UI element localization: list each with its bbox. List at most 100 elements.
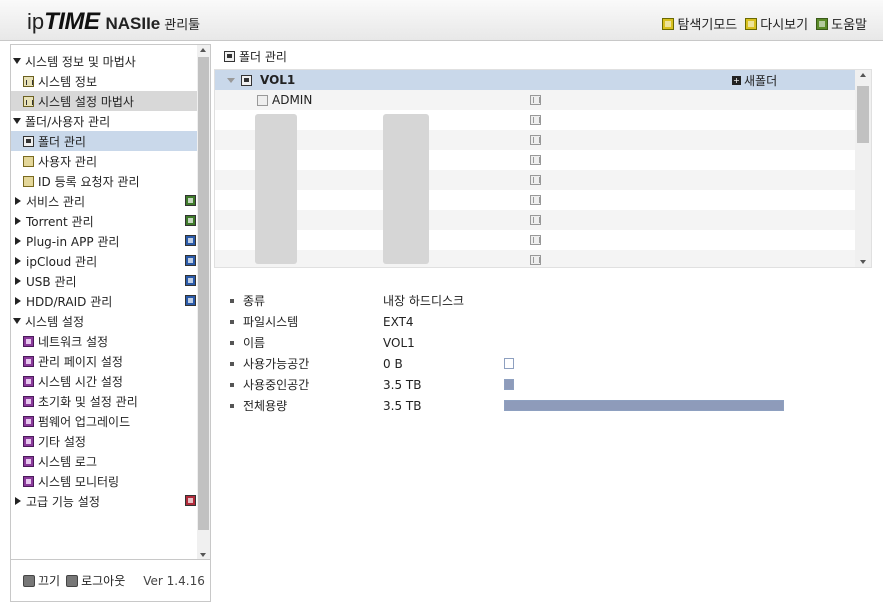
bullet-icon: [230, 340, 234, 345]
detail-value: 3.5 TB: [383, 377, 422, 392]
explorer-mode-label: 탐색기모드: [677, 18, 738, 33]
id-request-icon: [23, 175, 34, 187]
sidebar-group-advanced[interactable]: 고급 기능 설정: [11, 491, 198, 511]
new-folder-button[interactable]: + 새폴더: [732, 72, 777, 89]
redacted-region: [255, 114, 297, 264]
refresh-label: 다시보기: [760, 18, 809, 33]
share-settings-icon[interactable]: [530, 175, 541, 185]
sidebar-item-label: 시스템 설정 마법사: [38, 94, 134, 109]
tree-row-folder[interactable]: [215, 210, 871, 230]
scroll-up-icon[interactable]: [860, 73, 866, 77]
tree-row-folder[interactable]: ADMIN: [215, 90, 871, 110]
folder-tree: VOL1 + 새폴더 ADMIN: [214, 69, 872, 268]
sidebar-group-ipcloud[interactable]: ipCloud 관리: [11, 251, 198, 271]
detail-value: 0 B: [383, 356, 403, 371]
tree-row-folder[interactable]: [215, 170, 871, 190]
share-settings-icon[interactable]: [530, 115, 541, 125]
detail-value: 3.5 TB: [383, 398, 422, 413]
collapsed-arrow-icon: [15, 277, 21, 285]
sidebar-group-plugin[interactable]: Plug-in APP 관리: [11, 231, 198, 251]
tree-row-folder[interactable]: [215, 150, 871, 170]
tree-row-folder[interactable]: [215, 130, 871, 150]
tree-scrollbar[interactable]: [855, 70, 871, 267]
logout-button[interactable]: 로그아웃: [66, 572, 125, 589]
sidebar-group-system-info-wizard[interactable]: 시스템 정보 및 마법사: [11, 51, 198, 71]
app-header: ip TIME NASIIe 관리툴 탐색기모드 다시보기 도움말: [0, 0, 883, 41]
detail-row-type: 종류 내장 하드디스크: [228, 290, 828, 311]
sidebar-item-firmware[interactable]: 펌웨어 업그레이드: [11, 411, 198, 431]
collapsed-arrow-icon: [15, 197, 21, 205]
brand-logo: ip TIME NASIIe 관리툴: [27, 8, 200, 36]
sidebar-group-system-settings[interactable]: 시스템 설정: [11, 311, 198, 331]
sidebar-scroll-thumb[interactable]: [198, 57, 209, 530]
share-settings-icon[interactable]: [530, 195, 541, 205]
power-icon: [23, 574, 35, 587]
detail-label: 사용가능공간: [243, 357, 310, 371]
sidebar-group-torrent[interactable]: Torrent 관리: [11, 211, 198, 231]
sidebar-item-system-info[interactable]: 시스템 정보: [11, 71, 198, 91]
detail-label: 전체용량: [243, 399, 288, 413]
sidebar-scrollbar[interactable]: [197, 45, 210, 560]
share-settings-icon[interactable]: [530, 95, 541, 105]
share-settings-icon[interactable]: [530, 155, 541, 165]
expand-arrow-icon[interactable]: [227, 77, 235, 83]
tree-row-folder[interactable]: [215, 190, 871, 210]
tree-row-folder[interactable]: [215, 230, 871, 250]
explorer-icon: [662, 17, 675, 30]
sidebar-group-usb[interactable]: USB 관리: [11, 271, 198, 291]
sidebar-group-folder-user[interactable]: 폴더/사용자 관리: [11, 111, 198, 131]
scroll-down-icon[interactable]: [860, 260, 866, 264]
power-off-button[interactable]: 끄기: [23, 572, 60, 589]
sidebar-item-other[interactable]: 기타 설정: [11, 431, 198, 451]
detail-row-free: 사용가능공간 0 B: [228, 353, 828, 374]
sidebar-item-reset[interactable]: 초기화 및 설정 관리: [11, 391, 198, 411]
bullet-icon: [230, 319, 234, 324]
sidebar-group-service[interactable]: 서비스 관리: [11, 191, 198, 211]
settings-icon: [23, 415, 34, 427]
tree-row-folder[interactable]: [215, 250, 871, 267]
sidebar-item-system-time[interactable]: 시스템 시간 설정: [11, 371, 198, 391]
explorer-mode-link[interactable]: 탐색기모드: [662, 14, 737, 33]
plugin-icon: [185, 235, 196, 246]
sidebar-group-label: 서비스 관리: [26, 194, 86, 209]
tree-row-folder[interactable]: [215, 110, 871, 130]
scroll-down-icon[interactable]: [200, 553, 206, 557]
used-space-swatch: [504, 379, 514, 390]
share-settings-icon[interactable]: [530, 135, 541, 145]
detail-row-name: 이름 VOL1: [228, 332, 828, 353]
sidebar-footer: 끄기 로그아웃 Ver 1.4.16: [11, 559, 210, 601]
sidebar-item-admin-page[interactable]: 관리 페이지 설정: [11, 351, 198, 371]
sidebar-item-label: ID 등록 요청자 관리: [38, 174, 140, 189]
help-link[interactable]: 도움말: [816, 14, 867, 33]
share-settings-icon[interactable]: [530, 215, 541, 225]
tree-scroll-thumb[interactable]: [857, 86, 869, 143]
collapsed-arrow-icon: [15, 217, 21, 225]
bullet-icon: [230, 382, 234, 387]
sidebar-item-network[interactable]: 네트워크 설정: [11, 331, 198, 351]
bullet-icon: [230, 403, 234, 408]
sidebar-item-folder-mgmt[interactable]: 폴더 관리: [11, 131, 198, 151]
sidebar-item-system-setup-wizard[interactable]: 시스템 설정 마법사: [11, 91, 198, 111]
settings-icon: [23, 475, 34, 487]
sidebar-item-id-request[interactable]: ID 등록 요청자 관리: [11, 171, 198, 191]
tree-row-volume[interactable]: VOL1 + 새폴더: [215, 70, 871, 90]
sidebar-item-label: 사용자 관리: [38, 154, 98, 169]
page-title-text: 폴더 관리: [239, 50, 287, 64]
sidebar-item-user-mgmt[interactable]: 사용자 관리: [11, 151, 198, 171]
free-space-swatch: [504, 358, 514, 369]
collapsed-arrow-icon: [15, 297, 21, 305]
settings-icon: [23, 355, 34, 367]
sidebar-item-system-log[interactable]: 시스템 로그: [11, 451, 198, 471]
refresh-link[interactable]: 다시보기: [745, 14, 808, 33]
sidebar-item-monitoring[interactable]: 시스템 모니터링: [11, 471, 198, 491]
share-settings-icon[interactable]: [530, 255, 541, 265]
sidebar-item-label: 관리 페이지 설정: [38, 354, 123, 369]
top-links: 탐색기모드 다시보기 도움말: [662, 14, 867, 33]
sidebar-group-label: 고급 기능 설정: [26, 494, 100, 509]
scroll-up-icon[interactable]: [200, 48, 206, 52]
sidebar-group-hdd-raid[interactable]: HDD/RAID 관리: [11, 291, 198, 311]
usb-icon: [185, 275, 196, 286]
sidebar-item-label: 폴더 관리: [38, 134, 86, 149]
share-settings-icon[interactable]: [530, 235, 541, 245]
sidebar-item-label: 기타 설정: [38, 434, 86, 449]
